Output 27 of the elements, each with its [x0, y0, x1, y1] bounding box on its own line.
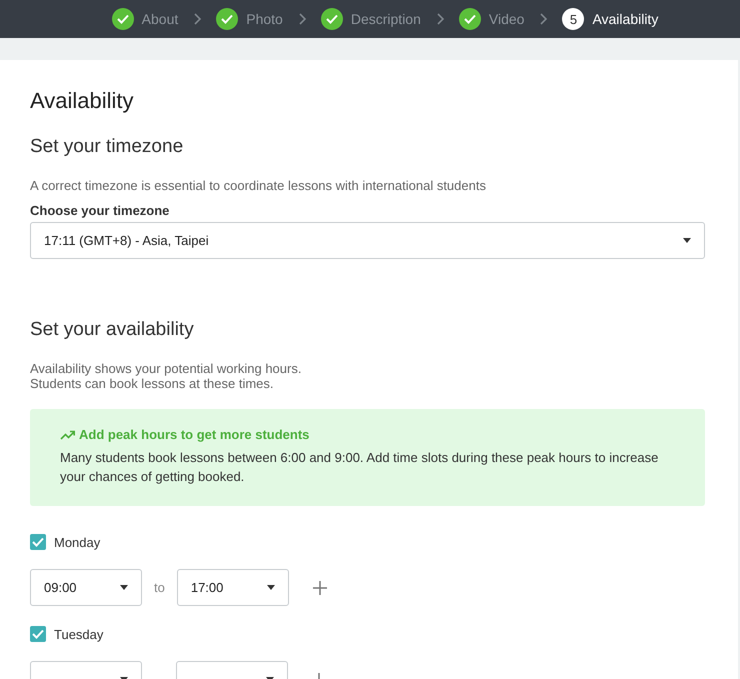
step-label[interactable]: Photo — [246, 11, 283, 27]
tip-text: Many students book lessons between 6:00 and 9:00. Add time slots during these peak hours to increase your chances of getting booked. — [60, 449, 660, 486]
section-description: Availability shows your potential working hours. Students can book lessons at these times. — [30, 361, 302, 391]
day-label: Tuesday — [54, 626, 104, 642]
section-heading: Set your timezone — [30, 136, 184, 158]
day-label: Monday — [54, 534, 100, 550]
page-title: Availability — [30, 88, 135, 114]
end-time-select[interactable]: 17:00 — [176, 569, 289, 606]
chevron-icon — [296, 13, 307, 25]
trending-up-icon — [60, 430, 75, 440]
checkbox[interactable] — [30, 626, 46, 642]
field-label: Choose your timezone — [30, 203, 170, 218]
step-label[interactable]: Description — [350, 11, 421, 27]
step-label[interactable]: About — [142, 11, 178, 27]
chevron-icon — [538, 13, 548, 25]
step-label[interactable]: Availability — [592, 11, 658, 27]
step-number: 5 — [562, 8, 584, 30]
section-description: A correct timezone is essential to coordinate lessons with international students — [30, 178, 487, 193]
timezone-select[interactable]: 17:11 (GMT+8) - Asia, Taipei — [30, 222, 705, 259]
chevron-icon — [192, 13, 202, 25]
start-time-select[interactable]: 09:00 — [30, 569, 142, 606]
section-heading: Set your availability — [30, 319, 195, 341]
tip-title: Add peak hours to get more students — [79, 427, 310, 442]
to-label: to — [153, 580, 166, 595]
chevron-icon — [434, 13, 445, 25]
step-label[interactable]: Video — [488, 11, 524, 27]
checkbox[interactable] — [30, 534, 46, 550]
